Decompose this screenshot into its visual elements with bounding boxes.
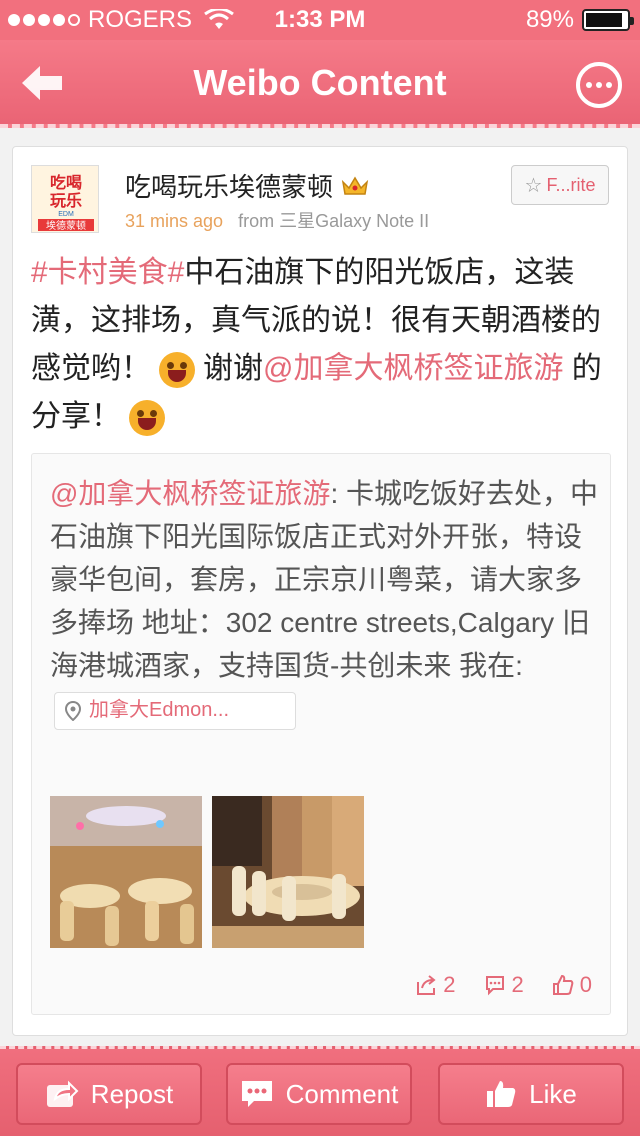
- location-tag[interactable]: 加拿大Edmon...: [54, 691, 296, 730]
- thumbs-up-icon: [487, 1081, 516, 1107]
- repost-mention-link[interactable]: @加拿大枫桥签证旅游: [50, 478, 330, 509]
- battery-percent: 89%: [525, 6, 574, 33]
- photo-thumbnail[interactable]: [50, 796, 202, 948]
- author-name-row[interactable]: 吃喝玩乐埃德蒙顿: [125, 167, 369, 204]
- comment-icon: [241, 1081, 272, 1107]
- avatar-text-top: 吃喝: [50, 173, 82, 192]
- location-label: 加拿大Edmon...: [89, 699, 230, 722]
- battery-icon: [582, 9, 634, 31]
- like-label: Like: [529, 1078, 577, 1109]
- repost-body: @加拿大枫桥签证旅游: 卡城吃饭好去处，中石油旗下阳光国际饭店正式对外开张，特设…: [50, 472, 598, 730]
- reposted-content[interactable]: @加拿大枫桥签证旅游: 卡城吃饭好去处，中石油旗下阳光国际饭店正式对外开张，特设…: [31, 453, 611, 1015]
- comment-count[interactable]: 2: [484, 972, 524, 998]
- comment-button[interactable]: Comment: [226, 1063, 412, 1125]
- post-meta: 31 mins ago from 三星Galaxy Note II: [125, 207, 429, 233]
- more-options-icon[interactable]: [576, 62, 622, 108]
- navigation-bar: Weibo Content: [0, 40, 640, 128]
- mention-link[interactable]: @加拿大枫桥签证旅游: [263, 352, 563, 385]
- repost-count-value: 2: [443, 972, 456, 997]
- thumbs-up-icon: [552, 974, 574, 995]
- avatar-text-mid: 玩乐: [50, 192, 82, 210]
- repost-label: Repost: [90, 1078, 174, 1109]
- laughing-emoji-icon: [159, 352, 195, 389]
- location-pin-icon: [65, 700, 81, 721]
- comment-count-value: 2: [511, 972, 524, 997]
- comment-icon: [485, 976, 504, 996]
- post-stats: 2 2 0: [415, 972, 592, 998]
- avatar-text-bottom: 埃德蒙顿: [46, 219, 86, 232]
- like-button[interactable]: Like: [438, 1063, 624, 1125]
- post-text-2: 谢谢: [203, 352, 263, 385]
- author-name[interactable]: 吃喝玩乐埃德蒙顿: [125, 167, 333, 204]
- like-count[interactable]: 0: [552, 972, 592, 998]
- post-body: #卡村美食#中石油旗下的阳光饭店，这装潢，这排场，真气派的说！很有天朝酒楼的感觉…: [31, 249, 611, 441]
- post-source: from 三星Galaxy Note II: [238, 211, 430, 231]
- laughing-emoji-icon: [129, 400, 165, 437]
- page-title: Weibo Content: [193, 62, 447, 103]
- topic-link[interactable]: #卡村美食#: [31, 256, 184, 289]
- crown-icon: [341, 176, 369, 195]
- bottom-toolbar: Repost Comment Like: [0, 1046, 640, 1136]
- comment-label: Comment: [285, 1078, 399, 1109]
- favorite-label: F...rite: [546, 174, 596, 195]
- status-bar: ROGERS 1:33 PM 89%: [0, 0, 640, 40]
- avatar-text-small: EDM: [58, 211, 74, 218]
- star-icon: ☆: [524, 174, 543, 197]
- post-time: 31 mins ago: [125, 211, 224, 231]
- favorite-button[interactable]: ☆ F...rite: [511, 165, 609, 205]
- repost-button[interactable]: Repost: [16, 1063, 202, 1125]
- photo-thumbnail[interactable]: [212, 796, 364, 948]
- like-count-value: 0: [579, 972, 592, 997]
- repost-icon: [46, 1080, 79, 1107]
- avatar[interactable]: 吃喝 玩乐 EDM 埃德蒙顿: [31, 165, 99, 233]
- repost-icon: [417, 975, 436, 995]
- post-card: 吃喝 玩乐 EDM 埃德蒙顿 吃喝玩乐埃德蒙顿 31 mins ago from…: [12, 146, 628, 1036]
- repost-count[interactable]: 2: [415, 972, 456, 998]
